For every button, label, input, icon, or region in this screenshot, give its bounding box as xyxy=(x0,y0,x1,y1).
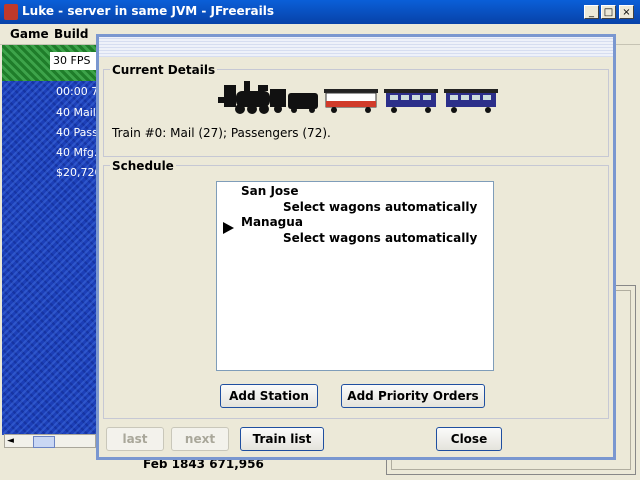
maximize-button[interactable]: □ xyxy=(601,5,616,19)
close-window-button[interactable]: × xyxy=(619,5,634,19)
close-button[interactable]: Close xyxy=(436,427,502,451)
schedule-orders-san-jose[interactable]: Select wagons automatically xyxy=(283,200,477,214)
dialog-title-bar[interactable] xyxy=(99,37,613,57)
train-consist-icon xyxy=(218,81,498,114)
schedule-station-san-jose[interactable]: San Jose xyxy=(241,184,298,198)
passenger-wagon-icon xyxy=(384,89,438,113)
game-map[interactable] xyxy=(2,45,96,435)
map-horizontal-scrollbar[interactable]: ◄ xyxy=(4,434,96,448)
stat-time: 00:00 7 xyxy=(56,85,96,98)
menu-game[interactable]: Game xyxy=(10,27,49,41)
mail-wagon-icon xyxy=(324,89,378,113)
schedule-station-managua[interactable]: Managua xyxy=(241,215,303,229)
last-button[interactable]: last xyxy=(106,427,164,451)
add-station-button[interactable]: Add Station xyxy=(220,384,318,408)
minimize-button[interactable]: _ xyxy=(584,5,599,19)
window-title: Luke - server in same JVM - JFreerails xyxy=(22,4,274,18)
train-cargo-info: Train #0: Mail (27); Passengers (72). xyxy=(112,126,331,140)
java-app-icon xyxy=(4,4,18,20)
stat-cash: $20,720 xyxy=(56,166,96,179)
fps-counter: 30 FPS xyxy=(50,52,96,70)
scroll-left-icon[interactable]: ◄ xyxy=(7,436,14,446)
train-dialog: Current Details Train #0: Mail (27); Pas… xyxy=(96,34,616,460)
current-details-label: Current Details xyxy=(110,63,218,77)
train-list-button[interactable]: Train list xyxy=(240,427,324,451)
add-priority-orders-button[interactable]: Add Priority Orders xyxy=(341,384,485,408)
stat-passengers: 40 Pass xyxy=(56,126,96,139)
menu-build[interactable]: Build xyxy=(54,27,89,41)
next-button[interactable]: next xyxy=(171,427,229,451)
passenger-wagon-icon xyxy=(444,89,498,113)
schedule-list[interactable]: San Jose Select wagons automatically Man… xyxy=(216,181,494,371)
stat-mfg: 40 Mfg. xyxy=(56,146,96,159)
stat-mail: 40 Mail xyxy=(56,106,96,119)
schedule-label: Schedule xyxy=(110,159,176,173)
schedule-orders-managua[interactable]: Select wagons automatically xyxy=(283,231,477,245)
window-title-bar: Luke - server in same JVM - JFreerails _… xyxy=(0,0,640,24)
locomotive-icon xyxy=(218,81,318,114)
current-details-group: Current Details Train #0: Mail (27); Pas… xyxy=(103,63,609,157)
current-stop-arrow-icon xyxy=(223,222,234,234)
scroll-thumb[interactable] xyxy=(33,436,55,448)
